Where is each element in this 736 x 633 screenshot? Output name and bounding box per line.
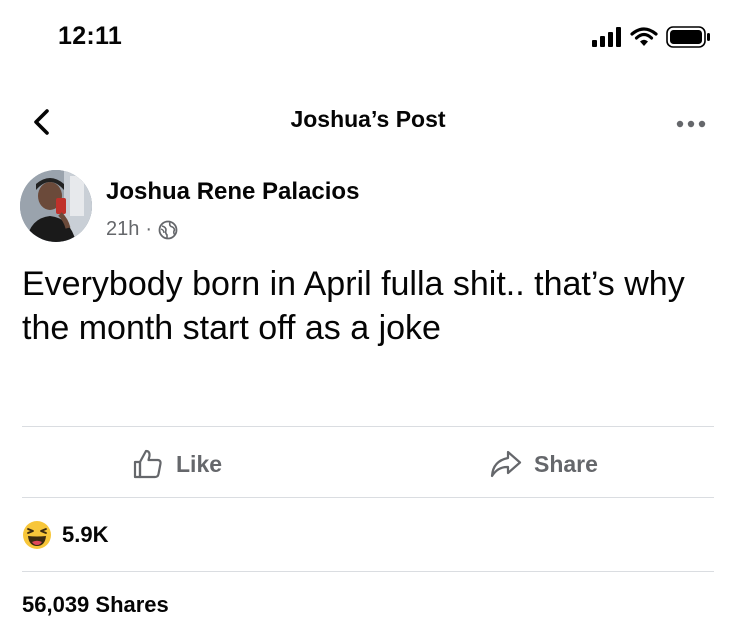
author-avatar[interactable]	[20, 170, 92, 242]
page-title: Joshua’s Post	[290, 106, 446, 132]
divider-middle	[22, 497, 714, 498]
post-meta: 21h ·	[106, 218, 178, 241]
reaction-summary[interactable]: 5.9K	[22, 520, 108, 550]
profile-photo-icon	[20, 170, 92, 242]
divider-bottom	[22, 571, 714, 572]
haha-emoji-icon	[23, 521, 51, 549]
battery-icon	[666, 26, 710, 48]
status-icons	[592, 26, 712, 48]
thumbs-up-icon	[133, 449, 162, 479]
like-button[interactable]: Like	[132, 446, 222, 482]
share-label: Share	[534, 450, 598, 477]
signal-icon	[592, 27, 621, 47]
share-button[interactable]: Share	[490, 446, 598, 482]
shares-count[interactable]: 56,039 Shares	[22, 592, 169, 618]
divider-top	[22, 426, 714, 427]
more-options-button[interactable]	[676, 116, 706, 128]
reaction-count: 5.9K	[62, 522, 109, 547]
meta-separator: ·	[145, 218, 153, 240]
status-time: 12:11	[58, 22, 123, 50]
post-text: Everybody born in April fulla shit.. tha…	[22, 265, 685, 347]
post-author[interactable]: Joshua Rene Palacios	[106, 178, 359, 206]
like-label: Like	[176, 450, 223, 477]
more-horizontal-icon	[676, 120, 706, 128]
globe-icon	[158, 220, 178, 239]
post-time[interactable]: 21h	[106, 218, 139, 241]
wifi-icon	[630, 27, 658, 46]
share-arrow-icon	[490, 450, 522, 478]
